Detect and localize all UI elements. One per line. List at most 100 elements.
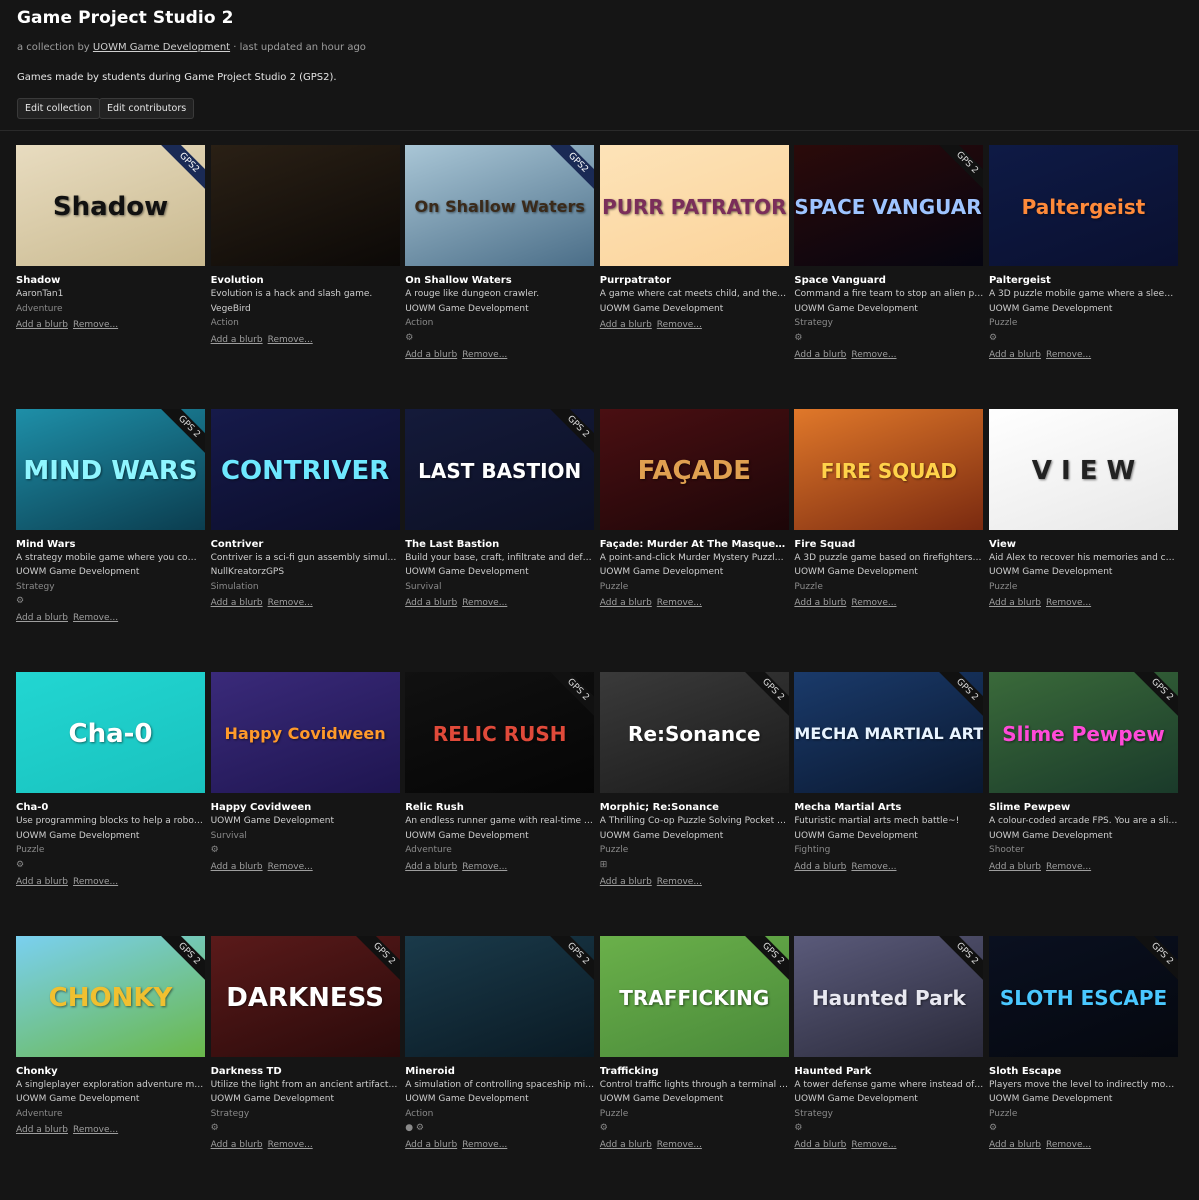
game-card[interactable]: FIRE SQUAD Fire Squad A 3D puzzle game bas…	[794, 408, 984, 611]
game-title[interactable]: Sloth Escape	[989, 1065, 1178, 1078]
game-author[interactable]: UOWM Game Development	[405, 565, 594, 580]
add-blurb-link[interactable]: Add a blurb	[16, 877, 68, 887]
game-thumbnail[interactable]: V I E W	[989, 408, 1178, 530]
remove-link[interactable]: Remove...	[73, 320, 118, 330]
game-thumbnail[interactable]: MECHA MARTIAL ARTS GPS 2	[794, 672, 984, 793]
game-title[interactable]: View	[989, 538, 1178, 551]
remove-link[interactable]: Remove...	[657, 1140, 702, 1150]
game-thumbnail[interactable]: Happy Covidween	[210, 672, 400, 793]
add-blurb-link[interactable]: Add a blurb	[16, 320, 68, 330]
game-thumbnail[interactable]: CONTRIVER	[210, 408, 400, 530]
game-thumbnail[interactable]: LAST BASTION GPS 2	[405, 408, 595, 530]
game-thumbnail[interactable]: PURR PATRATOR	[599, 145, 789, 266]
add-blurb-link[interactable]: Add a blurb	[405, 862, 457, 872]
owner-link[interactable]: UOWM Game Development	[93, 42, 230, 53]
add-blurb-link[interactable]: Add a blurb	[989, 1140, 1041, 1150]
remove-link[interactable]: Remove...	[657, 598, 702, 608]
game-title[interactable]: Darkness TD	[211, 1065, 400, 1078]
game-thumbnail[interactable]: Re:Sonance GPS 2	[599, 672, 789, 793]
game-title[interactable]: Cha-0	[16, 801, 205, 814]
game-author[interactable]: UOWM Game Development	[989, 829, 1178, 844]
game-author[interactable]: UOWM Game Development	[794, 302, 983, 317]
add-blurb-link[interactable]: Add a blurb	[794, 598, 846, 608]
game-thumbnail[interactable]: Slime Pewpew GPS 2	[989, 672, 1178, 793]
game-card[interactable]: SPACE VANGUARD GPS 2 Space Vanguard Command…	[794, 145, 984, 362]
game-thumbnail[interactable]: GPS 2	[405, 935, 595, 1057]
game-card[interactable]: TRAFFICKING GPS 2 Trafficking Control traff…	[599, 935, 789, 1153]
game-card[interactable]: SLOTH ESCAPE GPS 2 Sloth Escape Players mov…	[989, 935, 1178, 1153]
game-card[interactable]: CHONKY GPS 2 Chonky A singleplayer explorat…	[16, 935, 205, 1138]
game-card[interactable]: FAÇADE Façade: Murder At The Masquerade A …	[599, 408, 789, 611]
remove-link[interactable]: Remove...	[1046, 862, 1091, 872]
add-blurb-link[interactable]: Add a blurb	[989, 350, 1041, 360]
remove-link[interactable]: Remove...	[73, 877, 118, 887]
add-blurb-link[interactable]: Add a blurb	[600, 877, 652, 887]
game-title[interactable]: Morphic; Re:Sonance	[600, 801, 789, 814]
game-author[interactable]: UOWM Game Development	[16, 829, 205, 844]
game-author[interactable]: UOWM Game Development	[211, 1092, 400, 1107]
game-card[interactable]: Shadow GPS2 Shadow AaronTan1 Adventure Add a …	[16, 145, 205, 332]
add-blurb-link[interactable]: Add a blurb	[989, 598, 1041, 608]
add-blurb-link[interactable]: Add a blurb	[16, 613, 68, 623]
game-title[interactable]: Shadow	[16, 274, 205, 287]
game-card[interactable]: MECHA MARTIAL ARTS GPS 2 Mecha Martial Art…	[794, 672, 984, 874]
game-title[interactable]: Façade: Murder At The Masquerade	[600, 538, 789, 551]
game-thumbnail[interactable]: FAÇADE	[599, 408, 789, 530]
game-title[interactable]: Happy Covidween	[211, 801, 400, 814]
add-blurb-link[interactable]: Add a blurb	[405, 598, 457, 608]
game-card[interactable]: Slime Pewpew GPS 2 Slime Pewpew A colour-co…	[989, 672, 1178, 874]
game-title[interactable]: Evolution	[211, 274, 400, 287]
game-thumbnail[interactable]: SPACE VANGUARD GPS 2	[794, 145, 984, 266]
game-card[interactable]: GPS 2 Mineroid A simulation of controlling…	[405, 935, 595, 1153]
game-title[interactable]: On Shallow Waters	[405, 274, 594, 287]
game-title[interactable]: Purrpatrator	[600, 274, 789, 287]
remove-link[interactable]: Remove...	[462, 1140, 507, 1150]
game-card[interactable]: Cha-0 Cha-0 Use programming blocks to help…	[16, 672, 205, 889]
game-author[interactable]: UOWM Game Development	[405, 302, 594, 317]
remove-link[interactable]: Remove...	[73, 613, 118, 623]
remove-link[interactable]: Remove...	[1046, 350, 1091, 360]
game-author[interactable]: UOWM Game Development	[989, 1092, 1178, 1107]
game-author[interactable]: UOWM Game Development	[794, 565, 983, 580]
game-thumbnail[interactable]: Shadow GPS2	[16, 145, 205, 266]
game-title[interactable]: Chonky	[16, 1065, 205, 1078]
game-author[interactable]: UOWM Game Development	[16, 1092, 205, 1107]
game-author[interactable]: UOWM Game Development	[989, 302, 1178, 317]
remove-link[interactable]: Remove...	[657, 320, 702, 330]
add-blurb-link[interactable]: Add a blurb	[211, 862, 263, 872]
game-card[interactable]: Happy Covidween Happy Covidween UOWM Game …	[210, 672, 400, 874]
game-title[interactable]: Space Vanguard	[794, 274, 983, 287]
game-card[interactable]: CONTRIVER Contriver Contriver is a sci-fi …	[210, 408, 400, 611]
remove-link[interactable]: Remove...	[73, 1125, 118, 1135]
game-thumbnail[interactable]	[210, 145, 400, 266]
remove-link[interactable]: Remove...	[268, 598, 313, 608]
remove-link[interactable]: Remove...	[851, 350, 896, 360]
remove-link[interactable]: Remove...	[268, 1140, 313, 1150]
add-blurb-link[interactable]: Add a blurb	[794, 1140, 846, 1150]
game-thumbnail[interactable]: MIND WARS GPS 2	[16, 408, 205, 530]
remove-link[interactable]: Remove...	[1046, 1140, 1091, 1150]
game-card[interactable]: PURR PATRATOR Purrpatrator A game where ca…	[599, 145, 789, 332]
add-blurb-link[interactable]: Add a blurb	[16, 1125, 68, 1135]
game-author[interactable]: UOWM Game Development	[794, 1092, 983, 1107]
remove-link[interactable]: Remove...	[851, 598, 896, 608]
add-blurb-link[interactable]: Add a blurb	[794, 350, 846, 360]
add-blurb-link[interactable]: Add a blurb	[600, 598, 652, 608]
game-card[interactable]: V I E W View Aid Alex to recover his memor…	[989, 408, 1178, 611]
game-author[interactable]: UOWM Game Development	[16, 565, 205, 580]
game-thumbnail[interactable]: SLOTH ESCAPE GPS 2	[989, 935, 1178, 1057]
game-title[interactable]: The Last Bastion	[405, 538, 594, 551]
remove-link[interactable]: Remove...	[268, 862, 313, 872]
game-title[interactable]: Contriver	[211, 538, 400, 551]
game-title[interactable]: Mineroid	[405, 1065, 594, 1078]
remove-link[interactable]: Remove...	[657, 877, 702, 887]
game-author[interactable]: AaronTan1	[16, 287, 205, 302]
remove-link[interactable]: Remove...	[1046, 598, 1091, 608]
add-blurb-link[interactable]: Add a blurb	[405, 350, 457, 360]
game-card[interactable]: Haunted Park GPS 2 Haunted Park A tower def…	[794, 935, 984, 1153]
add-blurb-link[interactable]: Add a blurb	[600, 320, 652, 330]
game-card[interactable]: RELIC RUSH GPS 2 Relic Rush An endless runn…	[405, 672, 595, 874]
game-title[interactable]: Slime Pewpew	[989, 801, 1178, 814]
add-blurb-link[interactable]: Add a blurb	[600, 1140, 652, 1150]
game-title[interactable]: Relic Rush	[405, 801, 594, 814]
